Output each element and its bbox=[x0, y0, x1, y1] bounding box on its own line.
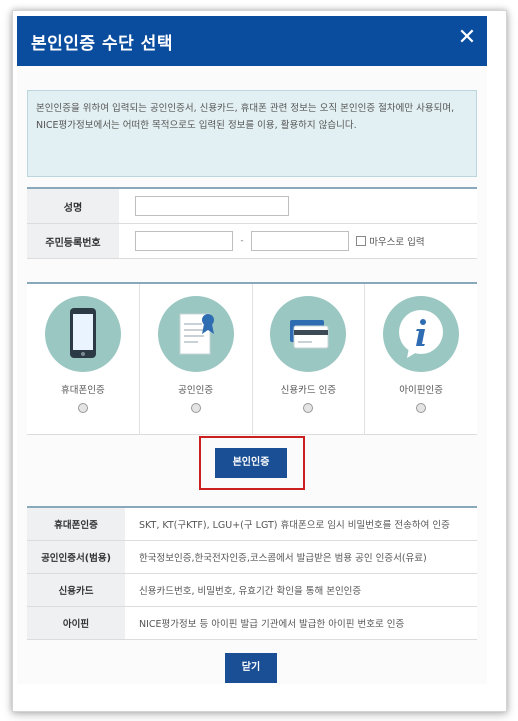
auth-method-options: 휴대폰인증 공인인증 신용카드 인증 아이핀인증 bbox=[27, 282, 477, 435]
rrn-field-cell: - 마우스로 입력 bbox=[119, 223, 477, 259]
info-row-label: 공인인증서(범용) bbox=[27, 540, 125, 574]
info-row-ipin: 아이핀 NICE평가정보 등 아이핀 발급 기관에서 발급한 아이핀 번호로 인… bbox=[27, 606, 477, 640]
privacy-notice: 본인인증을 위하여 입력되는 공인인증서, 신용카드, 휴대폰 관련 정보는 오… bbox=[27, 90, 477, 177]
method-credit-card-radio[interactable] bbox=[303, 403, 314, 413]
method-certificate[interactable]: 공인인증 bbox=[140, 284, 253, 434]
info-row-label: 신용카드 bbox=[27, 573, 125, 607]
method-phone-radio[interactable] bbox=[77, 403, 88, 413]
method-certificate-radio[interactable] bbox=[190, 403, 201, 413]
rrn-row: 주민등록번호 - 마우스로 입력 bbox=[27, 223, 477, 259]
info-row-desc: NICE평가정보 등 아이핀 발급 기관에서 발급한 아이핀 번호로 인증 bbox=[125, 606, 477, 640]
smartphone-icon bbox=[44, 296, 121, 372]
rrn-second-input[interactable] bbox=[251, 231, 349, 251]
rrn-first-input[interactable] bbox=[135, 231, 233, 251]
info-row-desc: 한국정보인증,한국전자인증,코스콤에서 발급받은 범용 공인 인증서(유료) bbox=[125, 540, 477, 574]
rrn-label: 주민등록번호 bbox=[27, 223, 119, 259]
certificate-icon bbox=[157, 296, 234, 372]
dialog-title: 본인인증 수단 선택 bbox=[31, 34, 173, 54]
method-ipin[interactable]: 아이핀인증 bbox=[365, 284, 477, 434]
info-row-label: 아이핀 bbox=[27, 606, 125, 640]
mouse-input-label: 마우스로 입력 bbox=[369, 237, 425, 248]
verify-button[interactable]: 본인인증 bbox=[215, 448, 287, 478]
credit-card-icon bbox=[270, 296, 347, 372]
name-row: 성명 bbox=[27, 188, 477, 224]
method-phone[interactable]: 휴대폰인증 bbox=[27, 284, 140, 434]
info-row-phone: 휴대폰인증 SKT, KT(구KTF), LGU+(구 LGT) 휴대폰으로 임… bbox=[27, 507, 477, 541]
method-ipin-radio[interactable] bbox=[416, 403, 427, 413]
info-icon bbox=[383, 296, 460, 372]
info-row-desc: 신용카드번호, 비밀번호, 유효기간 확인을 통해 본인인증 bbox=[125, 573, 477, 607]
close-icon[interactable]: ✕ bbox=[453, 24, 481, 52]
method-description-table: 휴대폰인증 SKT, KT(구KTF), LGU+(구 LGT) 휴대폰으로 임… bbox=[27, 506, 477, 640]
method-ipin-label: 아이핀인증 bbox=[399, 385, 443, 396]
method-credit-card[interactable]: 신용카드 인증 bbox=[253, 284, 366, 434]
method-phone-label: 휴대폰인증 bbox=[61, 385, 105, 396]
close-button[interactable]: 닫기 bbox=[225, 653, 277, 683]
mouse-input-checkbox[interactable] bbox=[356, 236, 367, 246]
info-row-label: 휴대폰인증 bbox=[27, 507, 125, 541]
method-certificate-label: 공인인증 bbox=[178, 385, 214, 396]
rrn-dash: - bbox=[240, 236, 244, 246]
identity-form: 성명 주민등록번호 - 마우스로 입력 bbox=[27, 187, 477, 259]
title-bar: 본인인증 수단 선택 ✕ bbox=[17, 16, 487, 66]
name-label: 성명 bbox=[27, 188, 119, 224]
name-input[interactable] bbox=[135, 196, 289, 216]
name-field-cell bbox=[119, 188, 477, 224]
method-credit-card-label: 신용카드 인증 bbox=[280, 385, 337, 396]
auth-method-dialog: 본인인증 수단 선택 ✕ 본인인증을 위하여 입력되는 공인인증서, 신용카드,… bbox=[17, 16, 487, 684]
info-row-certificate: 공인인증서(범용) 한국정보인증,한국전자인증,코스콤에서 발급받은 범용 공인… bbox=[27, 540, 477, 574]
info-row-desc: SKT, KT(구KTF), LGU+(구 LGT) 휴대폰으로 임시 비밀번호… bbox=[125, 507, 477, 541]
info-row-credit-card: 신용카드 신용카드번호, 비밀번호, 유효기간 확인을 통해 본인인증 bbox=[27, 573, 477, 607]
